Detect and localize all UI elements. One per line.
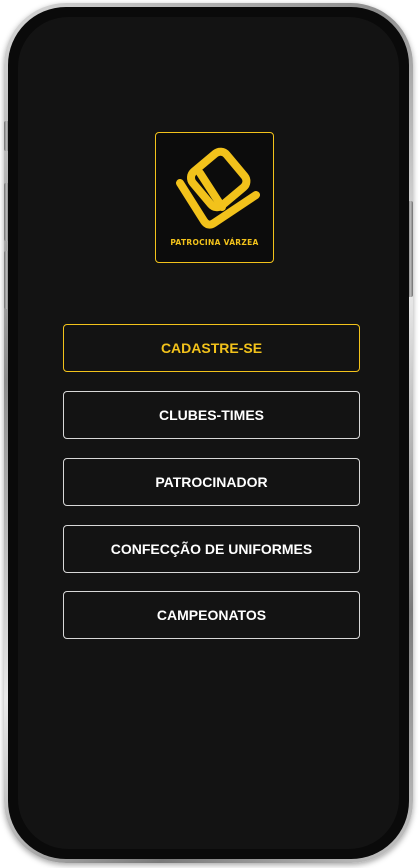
campeonatos-button[interactable]: CAMPEONATOS — [63, 591, 360, 639]
brand-name: PATROCINA VÁRZEA — [170, 238, 259, 247]
phone-bezel: PATROCINA VÁRZEA CADASTRE-SE CLUBES-TIME… — [8, 7, 409, 859]
cadastre-se-button[interactable]: CADASTRE-SE — [63, 324, 360, 372]
phone-frame: PATROCINA VÁRZEA CADASTRE-SE CLUBES-TIME… — [4, 3, 413, 863]
app-screen: PATROCINA VÁRZEA CADASTRE-SE CLUBES-TIME… — [18, 17, 399, 849]
brand-logo: PATROCINA VÁRZEA — [155, 132, 274, 263]
clubes-times-button[interactable]: CLUBES-TIMES — [63, 391, 360, 439]
pv-monogram-logo-icon — [176, 147, 260, 229]
confeccao-uniformes-button[interactable]: CONFECÇÃO DE UNIFORMES — [63, 525, 360, 573]
patrocinador-button[interactable]: PATROCINADOR — [63, 458, 360, 506]
